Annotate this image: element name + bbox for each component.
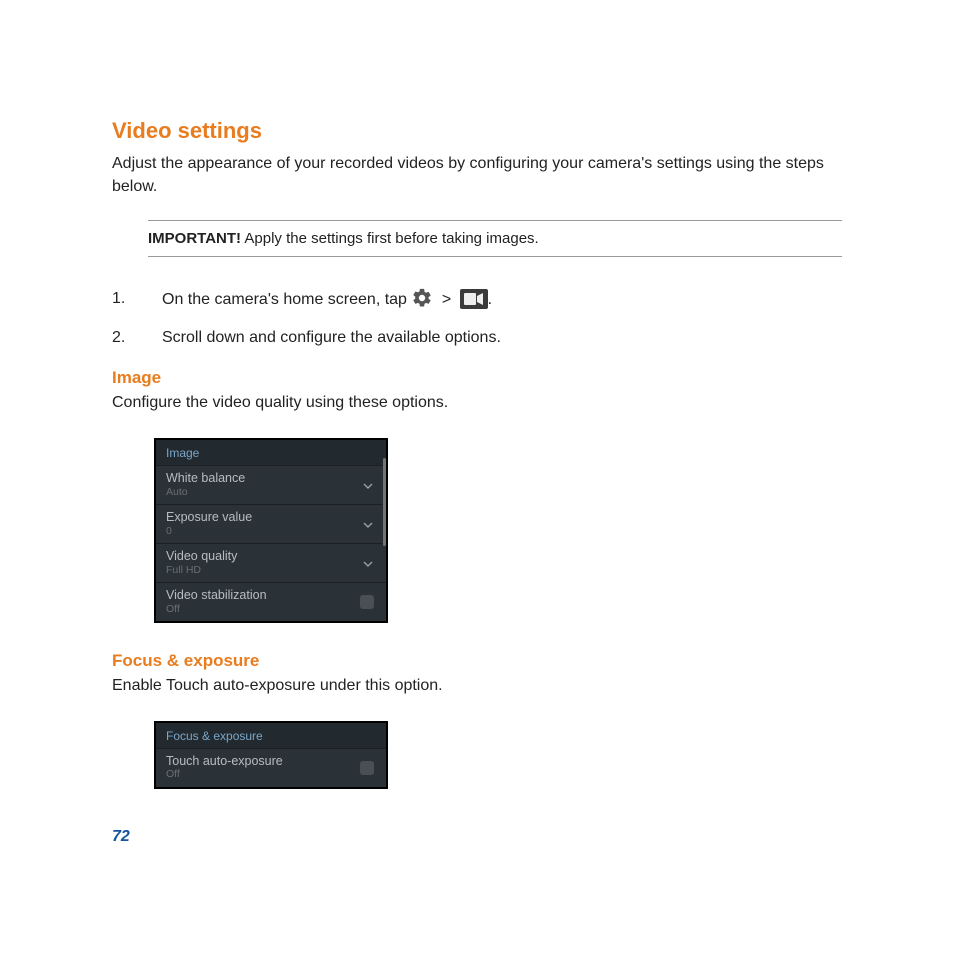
focus-panel-header: Focus & exposure (156, 723, 386, 748)
row-label: Video stabilization (166, 588, 376, 602)
checkbox-icon[interactable] (360, 761, 374, 775)
scrollbar[interactable] (383, 458, 386, 617)
note-label: IMPORTANT! (148, 230, 241, 247)
focus-section-title: Focus & exposure (112, 651, 842, 671)
row-value: Off (166, 769, 376, 781)
row-label: Touch auto-exposure (166, 754, 376, 768)
important-note: IMPORTANT! Apply the settings first befo… (148, 220, 842, 257)
image-section-title: Image (112, 368, 842, 388)
row-exposure-value[interactable]: Exposure value 0 (156, 504, 386, 543)
row-label: Video quality (166, 549, 376, 563)
step-2: Scroll down and configure the available … (112, 326, 842, 350)
page-title: Video settings (112, 118, 842, 144)
row-video-stabilization[interactable]: Video stabilization Off (156, 582, 386, 621)
row-video-quality[interactable]: Video quality Full HD (156, 543, 386, 582)
videocam-icon (460, 289, 488, 309)
checkbox-icon[interactable] (360, 595, 374, 609)
step-1-pre: On the camera's home screen, tap (162, 291, 411, 308)
focus-settings-panel: Focus & exposure Touch auto-exposure Off (154, 721, 388, 789)
row-label: White balance (166, 471, 376, 485)
steps-list: On the camera's home screen, tap > . Scr… (112, 287, 842, 350)
row-touch-auto-exposure[interactable]: Touch auto-exposure Off (156, 748, 386, 787)
note-text: Apply the settings first before taking i… (241, 230, 539, 247)
row-value: Full HD (166, 565, 376, 577)
row-value: Auto (166, 487, 376, 499)
focus-section-desc: Enable Touch auto-exposure under this op… (112, 677, 842, 695)
chevron-down-icon (362, 557, 374, 569)
image-panel-header: Image (156, 440, 386, 465)
step-1: On the camera's home screen, tap > . (112, 287, 842, 312)
row-value: Off (166, 604, 376, 616)
page-number: 72 (112, 828, 130, 846)
row-label: Exposure value (166, 510, 376, 524)
intro-text: Adjust the appearance of your recorded v… (112, 152, 842, 198)
row-white-balance[interactable]: White balance Auto (156, 465, 386, 504)
row-value: 0 (166, 526, 376, 538)
scrollbar-thumb[interactable] (383, 458, 386, 545)
image-settings-panel: Image White balance Auto Exposure value … (154, 438, 388, 623)
image-section-desc: Configure the video quality using these … (112, 394, 842, 412)
chevron-down-icon (362, 518, 374, 530)
chevron-down-icon (362, 479, 374, 491)
step-1-post: . (488, 291, 492, 308)
settings-gear-icon (411, 287, 433, 309)
step-1-separator: > (442, 291, 451, 308)
